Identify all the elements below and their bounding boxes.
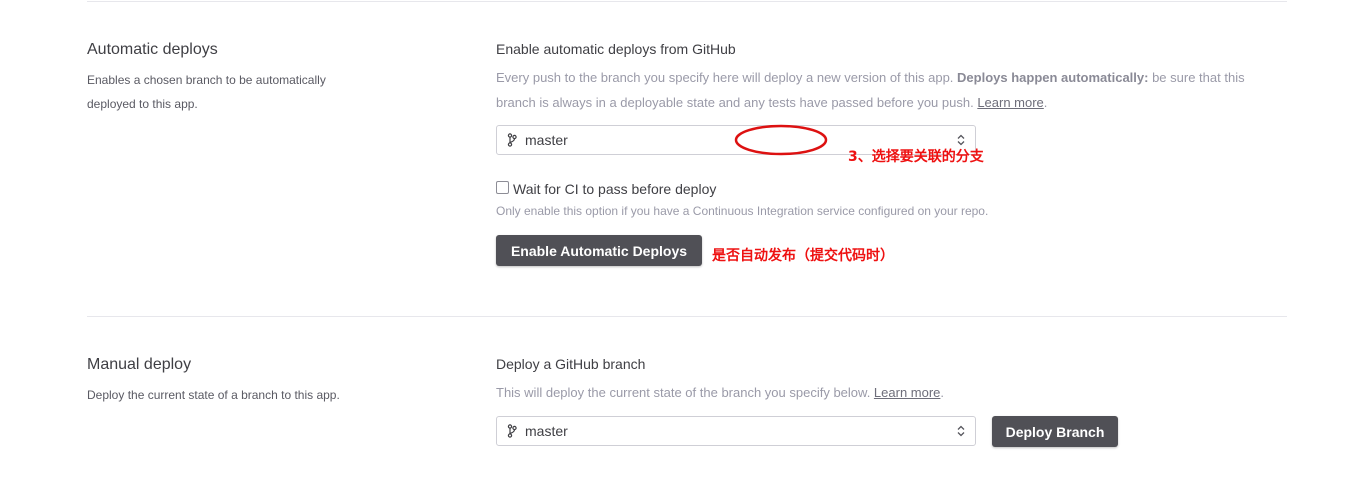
manual-deploy-title: Manual deploy — [87, 356, 192, 373]
git-branch-icon — [507, 133, 521, 147]
manual-deploy-heading: Deploy a GitHub branch — [496, 356, 646, 372]
annotation-select-branch: 3、选择要关联的分支 — [848, 149, 984, 165]
enable-automatic-deploys-button[interactable]: Enable Automatic Deploys — [496, 235, 702, 266]
manual-info-text: This will deploy the current state of th… — [496, 385, 874, 400]
chevron-up-down-icon — [953, 134, 969, 146]
automatic-deploys-title: Automatic deploys — [87, 41, 218, 58]
manual-learn-more-link[interactable]: Learn more — [874, 385, 940, 400]
wait-for-ci-help: Only enable this option if you have a Co… — [496, 204, 989, 218]
learn-more-link[interactable]: Learn more — [977, 95, 1043, 110]
automatic-deploys-info: Every push to the branch you specify her… — [496, 66, 1286, 115]
git-branch-icon — [507, 424, 521, 438]
section-divider-top — [87, 1, 1287, 2]
info-text: Every push to the branch you specify her… — [496, 70, 958, 85]
info-bold-text: Deploys happen automatically: — [957, 70, 1149, 85]
automatic-deploys-description: Enables a chosen branch to be automatica… — [87, 73, 326, 111]
deploy-branch-button[interactable]: Deploy Branch — [992, 416, 1118, 447]
automatic-deploys-heading: Enable automatic deploys from GitHub — [496, 41, 736, 57]
wait-for-ci-label[interactable]: Wait for CI to pass before deploy — [513, 181, 716, 197]
chevron-up-down-icon — [953, 425, 969, 437]
annotation-ellipse-shape — [734, 124, 828, 156]
manual-deploy-branch-select[interactable]: master — [496, 416, 976, 446]
annotation-auto-deploy: 是否自动发布（提交代码时） — [712, 248, 894, 264]
manual-deploy-description: Deploy the current state of a branch to … — [87, 388, 340, 402]
wait-for-ci-checkbox[interactable] — [496, 181, 509, 194]
manual-deploy-info: This will deploy the current state of th… — [496, 381, 944, 406]
section-divider-middle — [87, 316, 1287, 317]
manual-deploy-branch-value: master — [525, 423, 568, 439]
info-period: . — [1043, 94, 1048, 110]
manual-info-period: . — [940, 385, 945, 400]
